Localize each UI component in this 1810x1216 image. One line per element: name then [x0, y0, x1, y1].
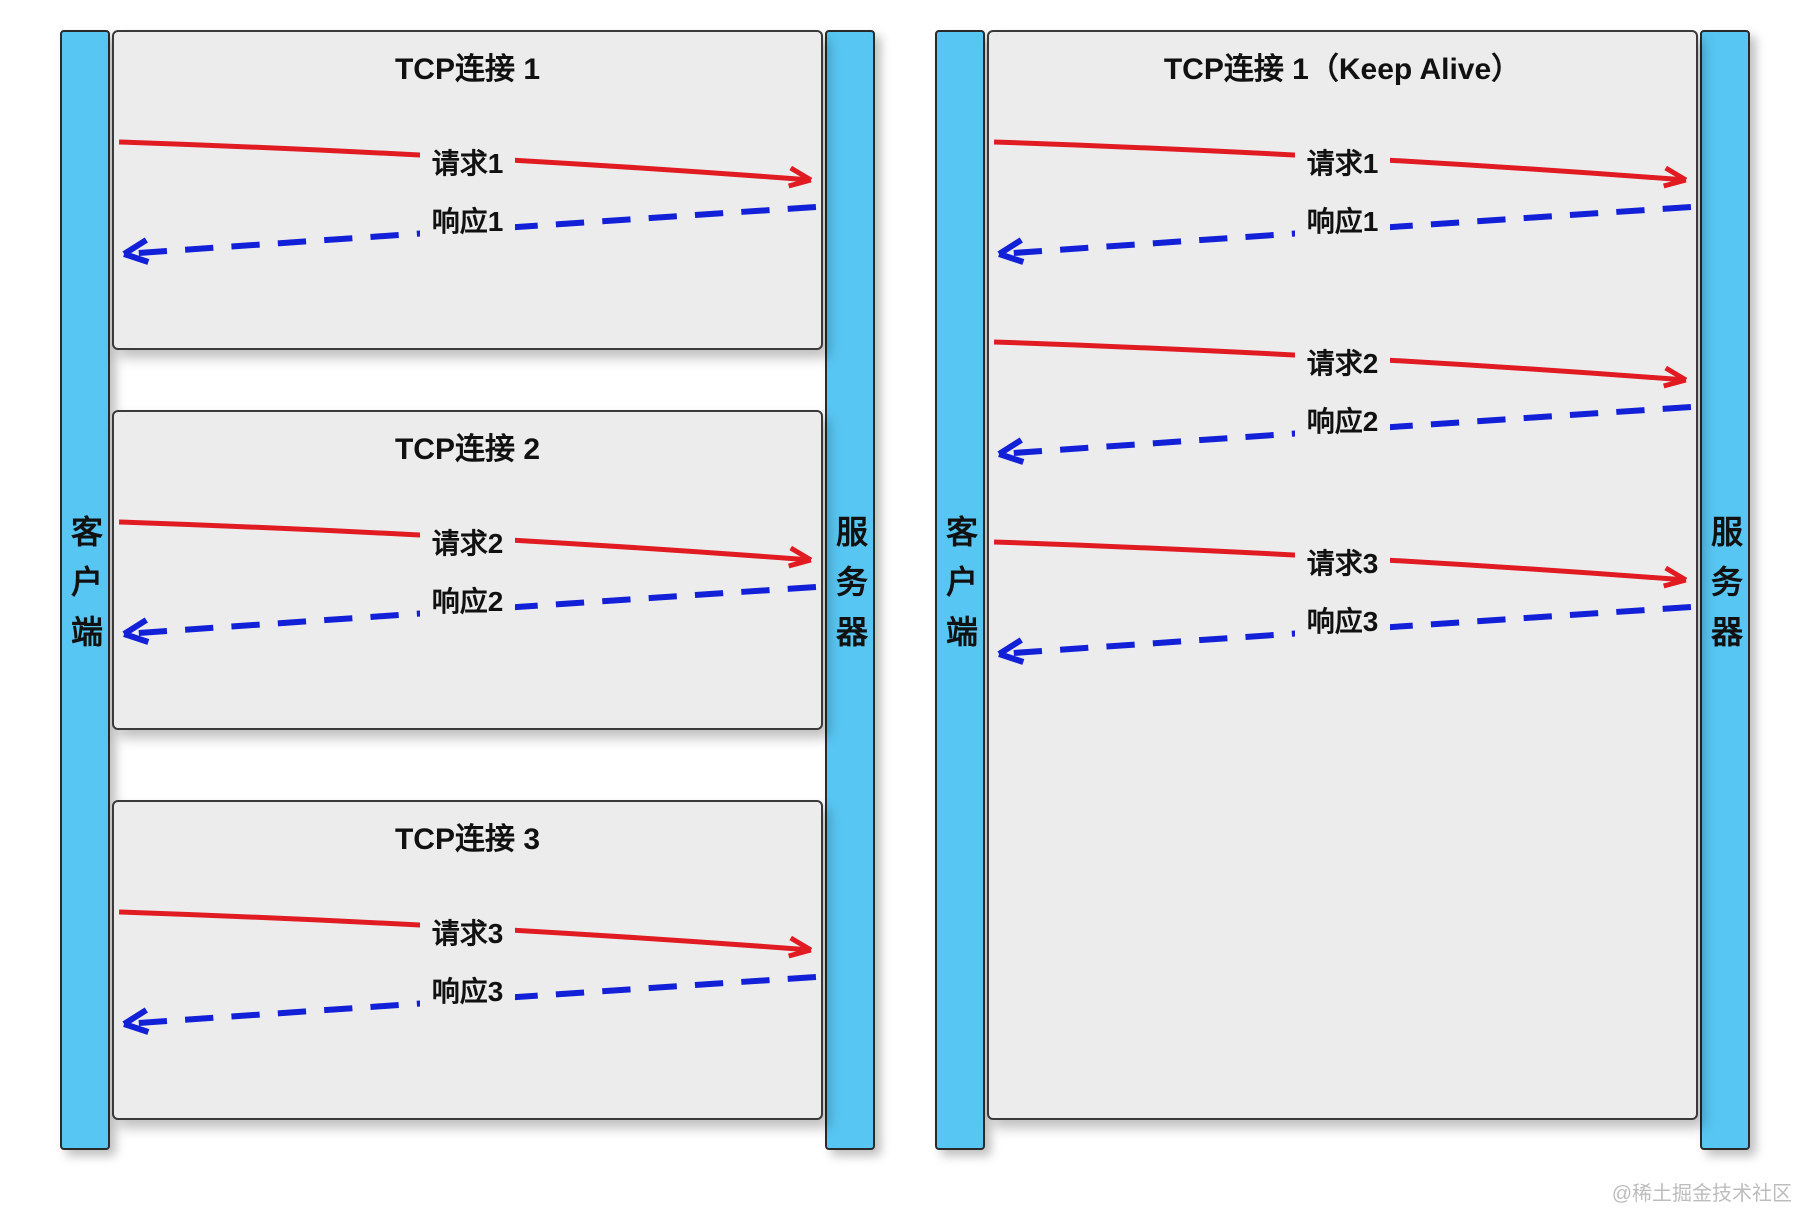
req-resp-pair: 请求2 响应2 [114, 502, 821, 662]
request-arrow: 请求2 [114, 502, 821, 582]
server-label: 服务器 [1702, 515, 1748, 665]
req-resp-pair: 请求1 响应1 [114, 122, 821, 282]
tcp-connection-title: TCP连接 3 [114, 814, 821, 858]
req-resp-pair: 请求2 响应2 [989, 322, 1696, 482]
req-resp-pair: 请求3 响应3 [989, 522, 1696, 682]
tcp-connection-title: TCP连接 1（Keep Alive） [989, 44, 1696, 88]
response-label: 响应1 [420, 206, 516, 237]
req-resp-pair: 请求3 响应3 [114, 892, 821, 1052]
server-bar: 服务器 [825, 30, 875, 1150]
server-bar: 服务器 [1700, 30, 1750, 1150]
request-label: 请求3 [420, 918, 516, 949]
tcp-connection-title: TCP连接 1 [114, 44, 821, 88]
client-bar: 客户端 [935, 30, 985, 1150]
response-label: 响应2 [1295, 406, 1391, 437]
response-arrow: 响应3 [114, 962, 821, 1042]
tcp-connection-box: TCP连接 2 请求2 响应2 [112, 410, 823, 730]
req-resp-pair: 请求1 响应1 [989, 122, 1696, 282]
response-arrow: 响应1 [989, 192, 1696, 272]
client-label: 客户端 [937, 515, 983, 665]
request-label: 请求1 [1295, 148, 1391, 179]
response-arrow: 响应2 [989, 392, 1696, 472]
diagram-stage: 客户端 服务器 TCP连接 1 请求1 [60, 30, 1750, 1150]
watermark: @稀土掘金技术社区 [1612, 1177, 1792, 1206]
response-label: 响应3 [1295, 606, 1391, 637]
tcp-connection-box: TCP连接 3 请求3 响应3 [112, 800, 823, 1120]
request-label: 请求3 [1295, 548, 1391, 579]
request-label: 请求2 [420, 528, 516, 559]
response-arrow: 响应3 [989, 592, 1696, 672]
request-arrow: 请求2 [989, 322, 1696, 402]
request-label: 请求2 [1295, 348, 1391, 379]
response-arrow: 响应1 [114, 192, 821, 272]
response-label: 响应3 [420, 976, 516, 1007]
response-arrow: 响应2 [114, 572, 821, 652]
server-label: 服务器 [827, 515, 873, 665]
response-label: 响应1 [1295, 206, 1391, 237]
client-label: 客户端 [62, 515, 108, 665]
request-arrow: 请求1 [989, 122, 1696, 202]
tcp-connection-box-keepalive: TCP连接 1（Keep Alive） 请求1 响应1 [987, 30, 1698, 1120]
left-panel: 客户端 服务器 TCP连接 1 请求1 [60, 30, 875, 1150]
request-label: 请求1 [420, 148, 516, 179]
tcp-connection-box: TCP连接 1 请求1 响应1 [112, 30, 823, 350]
response-label: 响应2 [420, 586, 516, 617]
right-panel: 客户端 服务器 TCP连接 1（Keep Alive） 请求1 [935, 30, 1750, 1150]
request-arrow: 请求3 [114, 892, 821, 972]
tcp-connection-title: TCP连接 2 [114, 424, 821, 468]
client-bar: 客户端 [60, 30, 110, 1150]
request-arrow: 请求3 [989, 522, 1696, 602]
request-arrow: 请求1 [114, 122, 821, 202]
